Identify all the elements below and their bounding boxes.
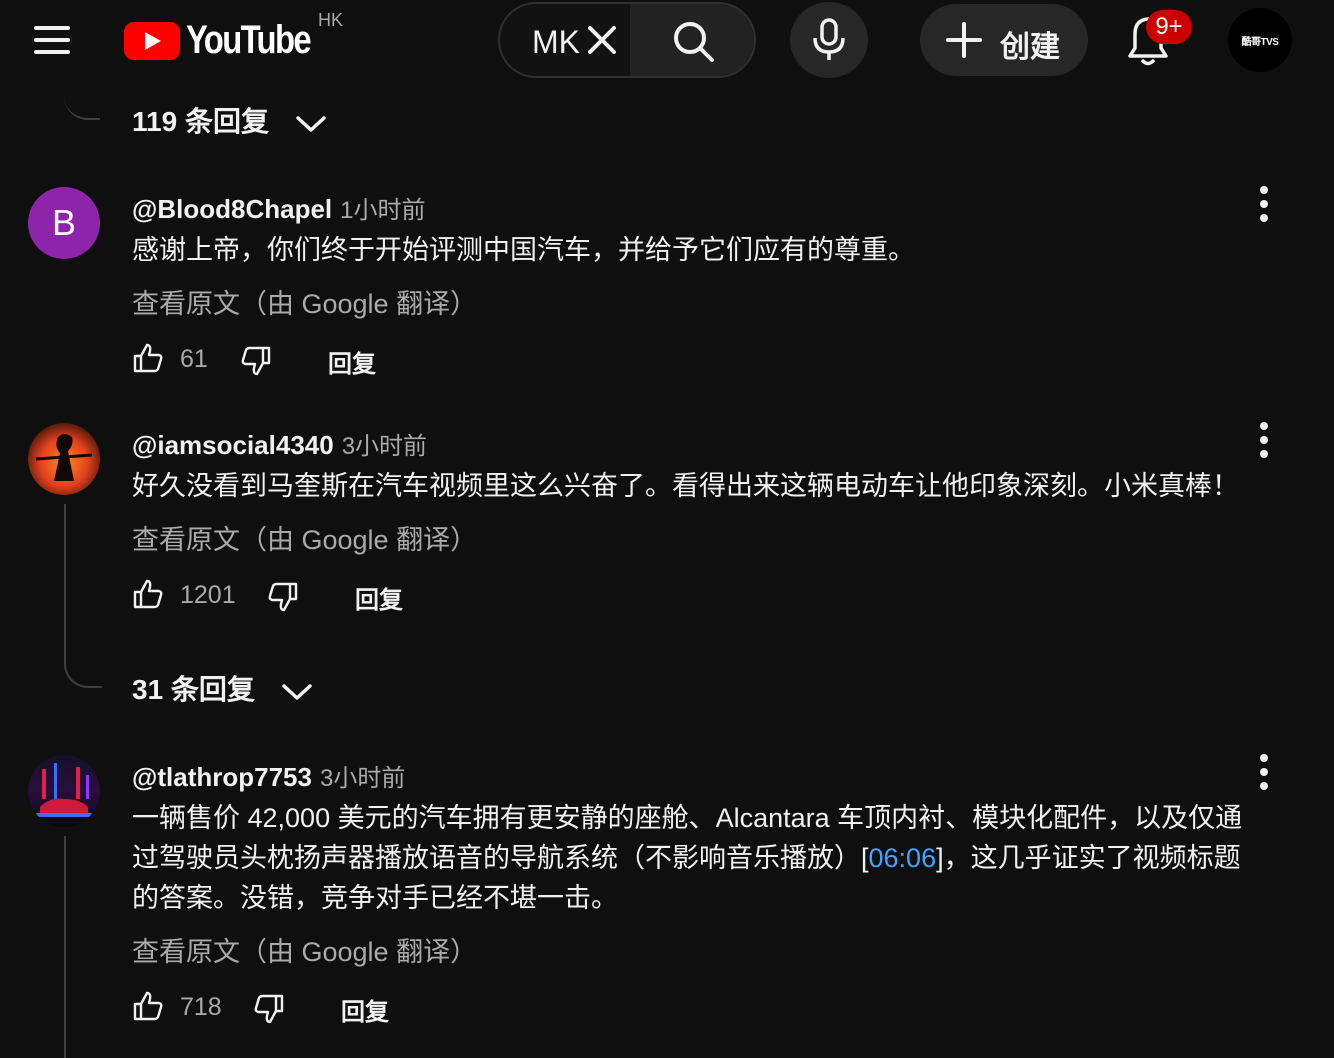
search-button[interactable]: [630, 4, 754, 76]
more-vert-icon[interactable]: [1258, 754, 1270, 790]
thumb-down-icon[interactable]: [267, 581, 299, 613]
more-vert-icon[interactable]: [1258, 186, 1270, 222]
avatar-image: [36, 763, 92, 817]
thread-connector: [64, 648, 102, 688]
avatar-letter: B: [51, 202, 76, 243]
region-code: HK: [318, 10, 344, 30]
close-icon[interactable]: [584, 22, 620, 58]
comment-time[interactable]: 1小时前: [340, 197, 425, 224]
chevron-down-icon: [281, 683, 312, 700]
avatar[interactable]: [28, 755, 100, 827]
reply-button[interactable]: 回复: [355, 580, 403, 615]
thread-line: [64, 836, 66, 1058]
comment-line: 过驾驶员头枕扬声器播放语音的导航系统（不影响音乐播放）[06:06]，这几乎证实…: [132, 838, 1292, 878]
like-count: 1201: [180, 581, 236, 609]
youtube-logo[interactable]: YouTube HK: [124, 10, 354, 62]
comment-header: @Blood8Chapel 1小时前: [132, 190, 426, 225]
comment-line: 的答案。没错，竞争对手已经不堪一击。: [132, 883, 618, 913]
comment-text: 好久没看到马奎斯在汽车视频里这么兴奋了。看得出来这辆电动车让他印象深刻。小米真棒…: [132, 471, 1239, 501]
replies-toggle[interactable]: 119 条回复: [132, 100, 327, 140]
comment-line-text: ]，这几乎证实了视频标题: [936, 843, 1241, 873]
account-avatar[interactable]: 酷哥TVS: [1228, 8, 1292, 72]
replies-count-label: 119 条回复: [132, 106, 269, 137]
comment-header: @tlathrop7753 3小时前: [132, 758, 405, 793]
see-original-link[interactable]: 查看原文（由 Google 翻译）: [132, 930, 477, 969]
timestamp-link[interactable]: 06:06: [869, 843, 937, 873]
plus-icon: [946, 22, 982, 58]
see-original-link[interactable]: 查看原文（由 Google 翻译）: [132, 282, 477, 321]
thread-line: [64, 504, 66, 650]
reply-button[interactable]: 回复: [341, 992, 389, 1027]
comment-text: 一辆售价 42,000 美元的汽车拥有更安静的座舱、Alcantara 车顶内衬…: [132, 798, 1292, 918]
search-icon: [674, 22, 714, 62]
like-count: 61: [180, 345, 208, 373]
avatar[interactable]: B: [28, 187, 100, 259]
avatar-image: [35, 434, 93, 481]
replies-count-label: 31 条回复: [132, 674, 255, 705]
thumb-down-icon[interactable]: [240, 345, 272, 377]
reply-button[interactable]: 回复: [328, 344, 376, 379]
thumb-up-icon[interactable]: [132, 578, 164, 610]
thumb-down-icon[interactable]: [253, 993, 285, 1025]
create-label: 创建: [1000, 31, 1060, 64]
see-original-link[interactable]: 查看原文（由 Google 翻译）: [132, 518, 477, 557]
create-button[interactable]: 创建: [920, 4, 1088, 76]
comment-time[interactable]: 3小时前: [342, 433, 427, 460]
comment-header: @iamsocial4340 3小时前: [132, 426, 427, 461]
like-count: 718: [180, 993, 222, 1021]
more-vert-icon[interactable]: [1258, 422, 1270, 458]
comment-author[interactable]: @iamsocial4340: [132, 430, 334, 460]
youtube-play-icon: [124, 22, 180, 60]
search-box: MK: [498, 2, 756, 78]
search-input[interactable]: MK: [532, 24, 580, 61]
notification-badge: 9+: [1146, 10, 1192, 44]
thread-connector: [64, 80, 100, 120]
voice-search-button[interactable]: [790, 2, 868, 78]
logo-text: YouTube: [186, 18, 312, 62]
comment-text: 感谢上帝，你们终于开始评测中国汽车，并给予它们应有的尊重。: [132, 235, 915, 265]
comment-line: 一辆售价 42,000 美元的汽车拥有更安静的座舱、Alcantara 车顶内衬…: [132, 803, 1243, 833]
top-header: YouTube HK MK 创建 9+ 酷哥TVS: [0, 0, 1334, 80]
comment-line-text: 过驾驶员头枕扬声器播放语音的导航系统（不影响音乐播放）[: [132, 843, 869, 873]
menu-icon[interactable]: [30, 22, 74, 58]
comment-author[interactable]: @Blood8Chapel: [132, 194, 332, 224]
comment-time[interactable]: 3小时前: [320, 765, 405, 792]
thumb-up-icon[interactable]: [132, 990, 164, 1022]
mic-icon: [813, 18, 845, 60]
comment-author[interactable]: @tlathrop7753: [132, 762, 312, 792]
chevron-down-icon: [295, 115, 326, 132]
avatar[interactable]: [28, 423, 100, 495]
replies-toggle[interactable]: 31 条回复: [132, 668, 313, 708]
thumb-up-icon[interactable]: [132, 342, 164, 374]
